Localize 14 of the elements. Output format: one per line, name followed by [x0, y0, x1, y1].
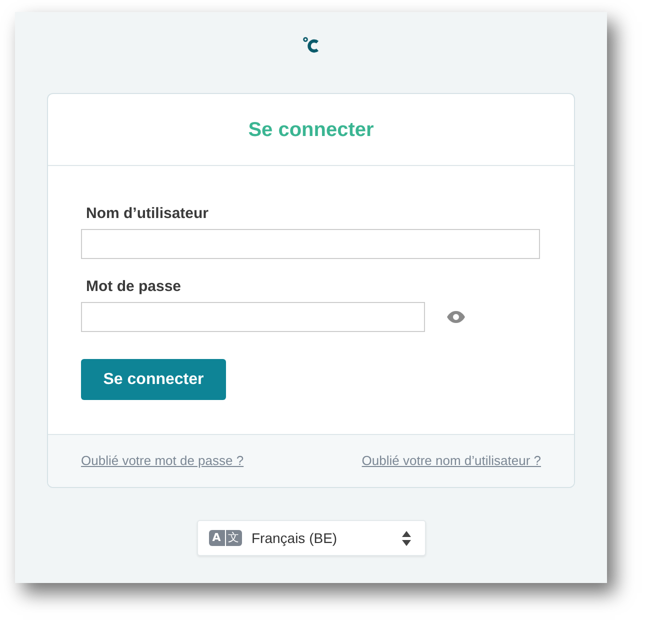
language-icon-tile: 文 — [226, 530, 242, 546]
input-field[interactable] — [81, 229, 540, 259]
language-icon-tile: A — [208, 530, 224, 546]
login-button[interactable]: Se connecter — [81, 359, 226, 400]
up-down-caret-icon — [402, 530, 410, 546]
language-select[interactable]: A 文 Français (BE) — [196, 520, 426, 556]
forgot-link[interactable]: Oublié votre mot de passe ? — [81, 451, 244, 471]
field-label: Nom d’utilisateur — [86, 204, 209, 224]
celsius-logo — [302, 37, 320, 53]
card-title: Se connecter — [248, 118, 374, 142]
eye-icon[interactable] — [447, 311, 465, 323]
password-field[interactable] — [81, 302, 425, 332]
field-label: Mot de passe — [86, 277, 182, 297]
forgot-link[interactable]: Oublié votre nom d’utilisateur ? — [362, 451, 541, 471]
